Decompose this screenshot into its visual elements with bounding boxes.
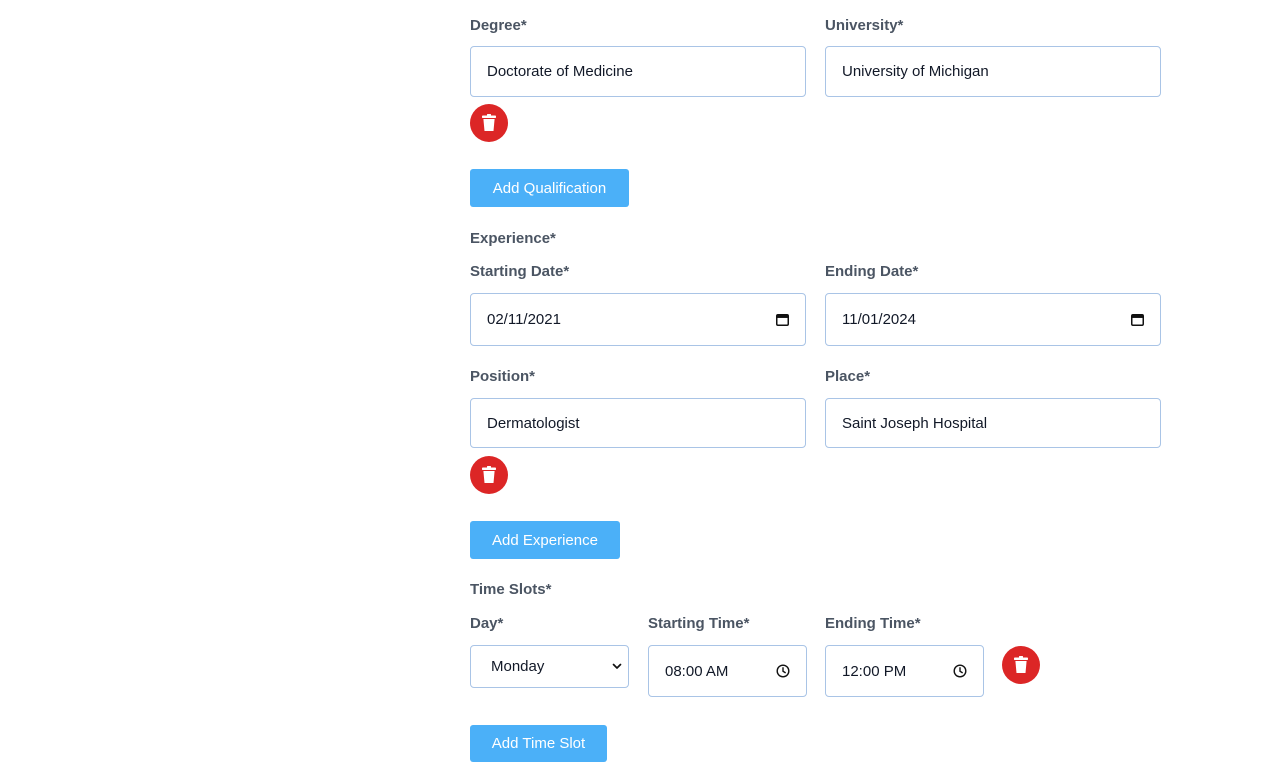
starting-time-value: 08:00 AM bbox=[665, 662, 729, 680]
degree-label: Degree* bbox=[470, 17, 527, 34]
add-qualification-button[interactable]: Add Qualification bbox=[470, 169, 629, 207]
place-value: Saint Joseph Hospital bbox=[842, 414, 988, 432]
doctor-profile-form: Degree* University* Doctorate of Medicin… bbox=[0, 0, 1266, 780]
university-label: University* bbox=[825, 17, 904, 34]
trash-icon bbox=[1014, 656, 1028, 673]
ending-time-label: Ending Time* bbox=[825, 615, 921, 632]
position-value: Dermatologist bbox=[487, 414, 580, 432]
day-select[interactable]: Monday bbox=[470, 645, 629, 688]
starting-date-value: 02/11/2021 bbox=[487, 311, 561, 328]
add-time-slot-button[interactable]: Add Time Slot bbox=[470, 725, 607, 762]
delete-experience-button[interactable] bbox=[470, 456, 508, 494]
starting-time-label: Starting Time* bbox=[648, 615, 750, 632]
place-label: Place* bbox=[825, 368, 871, 385]
experience-section-label: Experience* bbox=[470, 230, 556, 247]
place-input[interactable]: Saint Joseph Hospital bbox=[825, 398, 1161, 448]
degree-input[interactable]: Doctorate of Medicine bbox=[470, 46, 806, 97]
delete-time-slot-button[interactable] bbox=[1002, 646, 1040, 684]
starting-date-label: Starting Date* bbox=[470, 263, 570, 280]
position-label: Position* bbox=[470, 368, 536, 385]
ending-date-value: 11/01/2024 bbox=[842, 311, 916, 328]
day-label: Day* bbox=[470, 615, 504, 632]
position-input[interactable]: Dermatologist bbox=[470, 398, 806, 448]
trash-icon bbox=[482, 466, 496, 483]
clock-icon[interactable] bbox=[953, 664, 967, 678]
trash-icon bbox=[482, 114, 496, 131]
chevron-down-icon bbox=[610, 660, 624, 674]
university-input[interactable]: University of Michigan bbox=[825, 46, 1161, 97]
ending-date-label: Ending Date* bbox=[825, 263, 919, 280]
ending-date-input[interactable]: 11/01/2024 bbox=[825, 293, 1161, 346]
add-experience-button[interactable]: Add Experience bbox=[470, 521, 620, 559]
ending-time-input[interactable]: 12:00 PM bbox=[825, 645, 984, 697]
delete-qualification-button[interactable] bbox=[470, 104, 508, 142]
starting-date-input[interactable]: 02/11/2021 bbox=[470, 293, 806, 346]
ending-time-value: 12:00 PM bbox=[842, 662, 907, 680]
degree-value: Doctorate of Medicine bbox=[487, 63, 633, 80]
calendar-icon[interactable] bbox=[1130, 313, 1144, 327]
clock-icon[interactable] bbox=[776, 664, 790, 678]
university-value: University of Michigan bbox=[842, 63, 989, 80]
calendar-icon[interactable] bbox=[775, 313, 789, 327]
starting-time-input[interactable]: 08:00 AM bbox=[648, 645, 807, 697]
day-value: Monday bbox=[491, 658, 545, 675]
time-slots-section-label: Time Slots* bbox=[470, 581, 552, 598]
